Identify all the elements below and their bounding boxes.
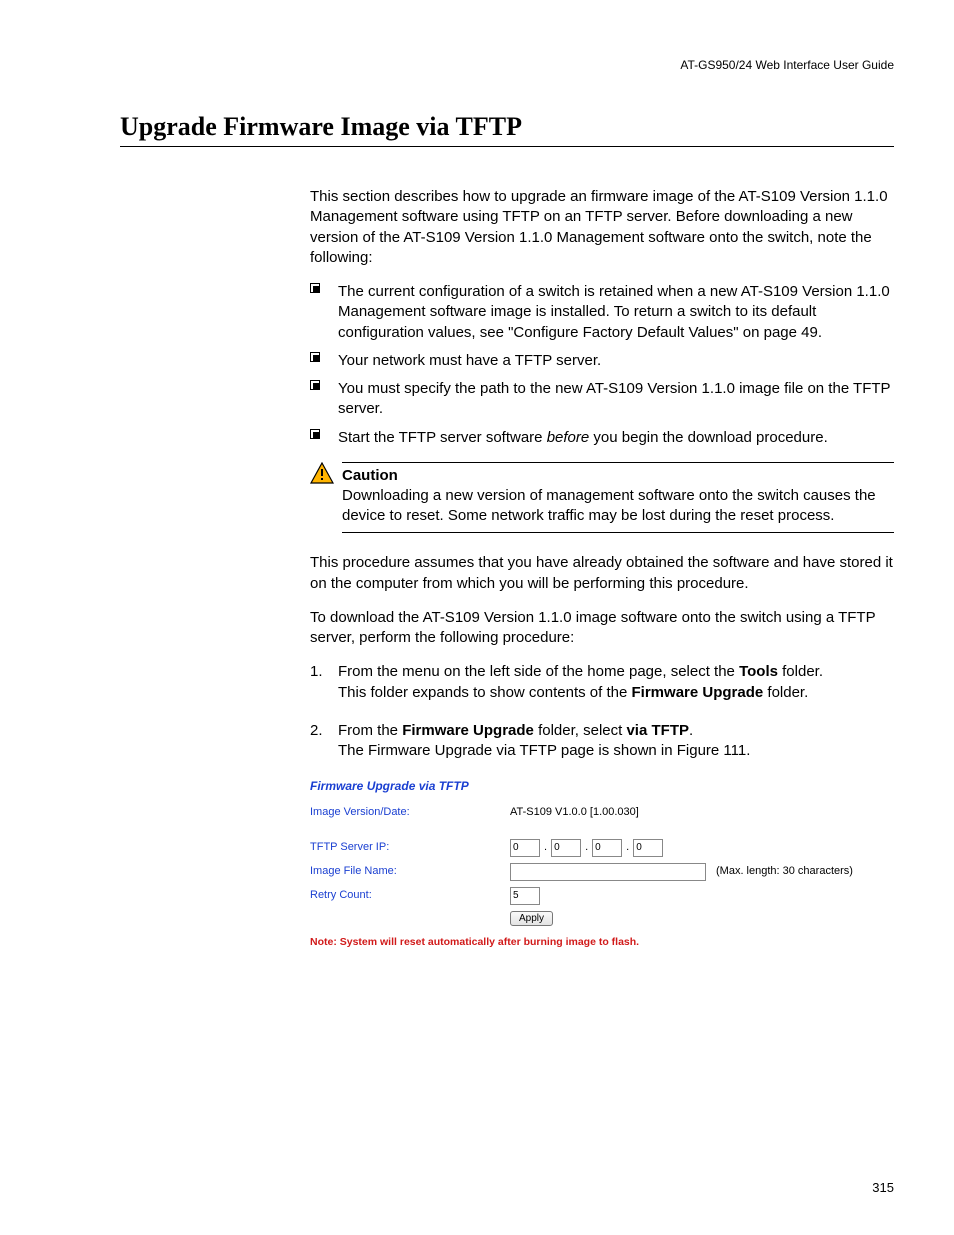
- image-file-input[interactable]: [510, 863, 706, 881]
- page-number: 315: [872, 1180, 894, 1195]
- screenshot-title: Firmware Upgrade via TFTP: [310, 779, 894, 793]
- bullet-item: The current configuration of a switch is…: [310, 282, 894, 343]
- step-text: folder, select: [534, 722, 627, 739]
- tftp-ip-octet-2[interactable]: [551, 839, 581, 857]
- tftp-ip-octet-4[interactable]: [633, 839, 663, 857]
- apply-button[interactable]: Apply: [510, 911, 553, 926]
- bullet-text-pre: Start the TFTP server software: [338, 429, 547, 446]
- bullet-icon: [310, 352, 320, 362]
- value-image-version: AT-S109 V1.0.0 [1.00.030]: [510, 806, 639, 819]
- bullet-list: The current configuration of a switch is…: [310, 282, 894, 448]
- step-number: 1.: [310, 662, 323, 682]
- bullet-icon: [310, 380, 320, 390]
- intro-paragraph: This section describes how to upgrade an…: [310, 187, 894, 268]
- label-retry-count: Retry Count:: [310, 889, 510, 902]
- bullet-item: Start the TFTP server software before yo…: [310, 428, 894, 448]
- caution-text: Downloading a new version of management …: [342, 486, 894, 534]
- caution-label: Caution: [342, 462, 894, 484]
- step-text-bold: Firmware Upgrade: [632, 684, 764, 701]
- label-image-version: Image Version/Date:: [310, 806, 510, 819]
- row-image-version: Image Version/Date: AT-S109 V1.0.0 [1.00…: [310, 806, 894, 819]
- tftp-ip-octet-1[interactable]: [510, 839, 540, 857]
- document-page: AT-GS950/24 Web Interface User Guide Upg…: [0, 0, 954, 1235]
- page-header: AT-GS950/24 Web Interface User Guide: [120, 58, 894, 72]
- step-text: This folder expands to show contents of …: [338, 684, 632, 701]
- step-text-bold: Tools: [739, 663, 778, 680]
- step-number: 2.: [310, 721, 323, 741]
- bullet-text-post: you begin the download procedure.: [589, 429, 828, 446]
- bullet-text: The current configuration of a switch is…: [338, 283, 890, 341]
- bullet-icon: [310, 283, 320, 293]
- step-2: 2. From the Firmware Upgrade folder, sel…: [310, 721, 894, 762]
- bullet-item: Your network must have a TFTP server.: [310, 351, 894, 371]
- ip-dot: .: [626, 841, 629, 854]
- row-tftp-ip: TFTP Server IP: . . .: [310, 839, 894, 857]
- tftp-ip-group: . . .: [510, 839, 663, 857]
- reset-note: Note: System will reset automatically af…: [310, 936, 894, 949]
- step-text: .: [689, 722, 693, 739]
- bullet-text-emph: before: [547, 429, 590, 446]
- retry-count-input[interactable]: [510, 887, 540, 905]
- step-1: 1. From the menu on the left side of the…: [310, 662, 894, 703]
- step-text: From the: [338, 722, 402, 739]
- procedure-intro: To download the AT-S109 Version 1.1.0 im…: [310, 608, 894, 649]
- step-text-bold: via TFTP: [626, 722, 689, 739]
- bullet-icon: [310, 429, 320, 439]
- step-text-bold: Firmware Upgrade: [402, 722, 534, 739]
- step-text: The Firmware Upgrade via TFTP page is sh…: [338, 742, 750, 759]
- row-retry-count: Retry Count:: [310, 887, 894, 905]
- tftp-ip-octet-3[interactable]: [592, 839, 622, 857]
- bullet-item: You must specify the path to the new AT-…: [310, 379, 894, 420]
- ip-dot: .: [544, 841, 547, 854]
- max-length-note: (Max. length: 30 characters): [716, 865, 853, 878]
- step-text: From the menu on the left side of the ho…: [338, 663, 739, 680]
- step-text: folder.: [778, 663, 823, 680]
- body-content: This section describes how to upgrade an…: [310, 187, 894, 948]
- warning-icon: [310, 462, 334, 484]
- bullet-text: Your network must have a TFTP server.: [338, 352, 601, 369]
- bullet-text: You must specify the path to the new AT-…: [338, 380, 890, 417]
- page-title: Upgrade Firmware Image via TFTP: [120, 112, 894, 147]
- row-image-file: Image File Name: (Max. length: 30 charac…: [310, 863, 894, 881]
- firmware-upgrade-screenshot: Firmware Upgrade via TFTP Image Version/…: [310, 779, 894, 948]
- ip-dot: .: [585, 841, 588, 854]
- label-tftp-ip: TFTP Server IP:: [310, 841, 510, 854]
- step-text: folder.: [763, 684, 808, 701]
- assumption-paragraph: This procedure assumes that you have alr…: [310, 553, 894, 594]
- label-image-file: Image File Name:: [310, 865, 510, 878]
- caution-block: Caution Downloading a new version of man…: [310, 462, 894, 534]
